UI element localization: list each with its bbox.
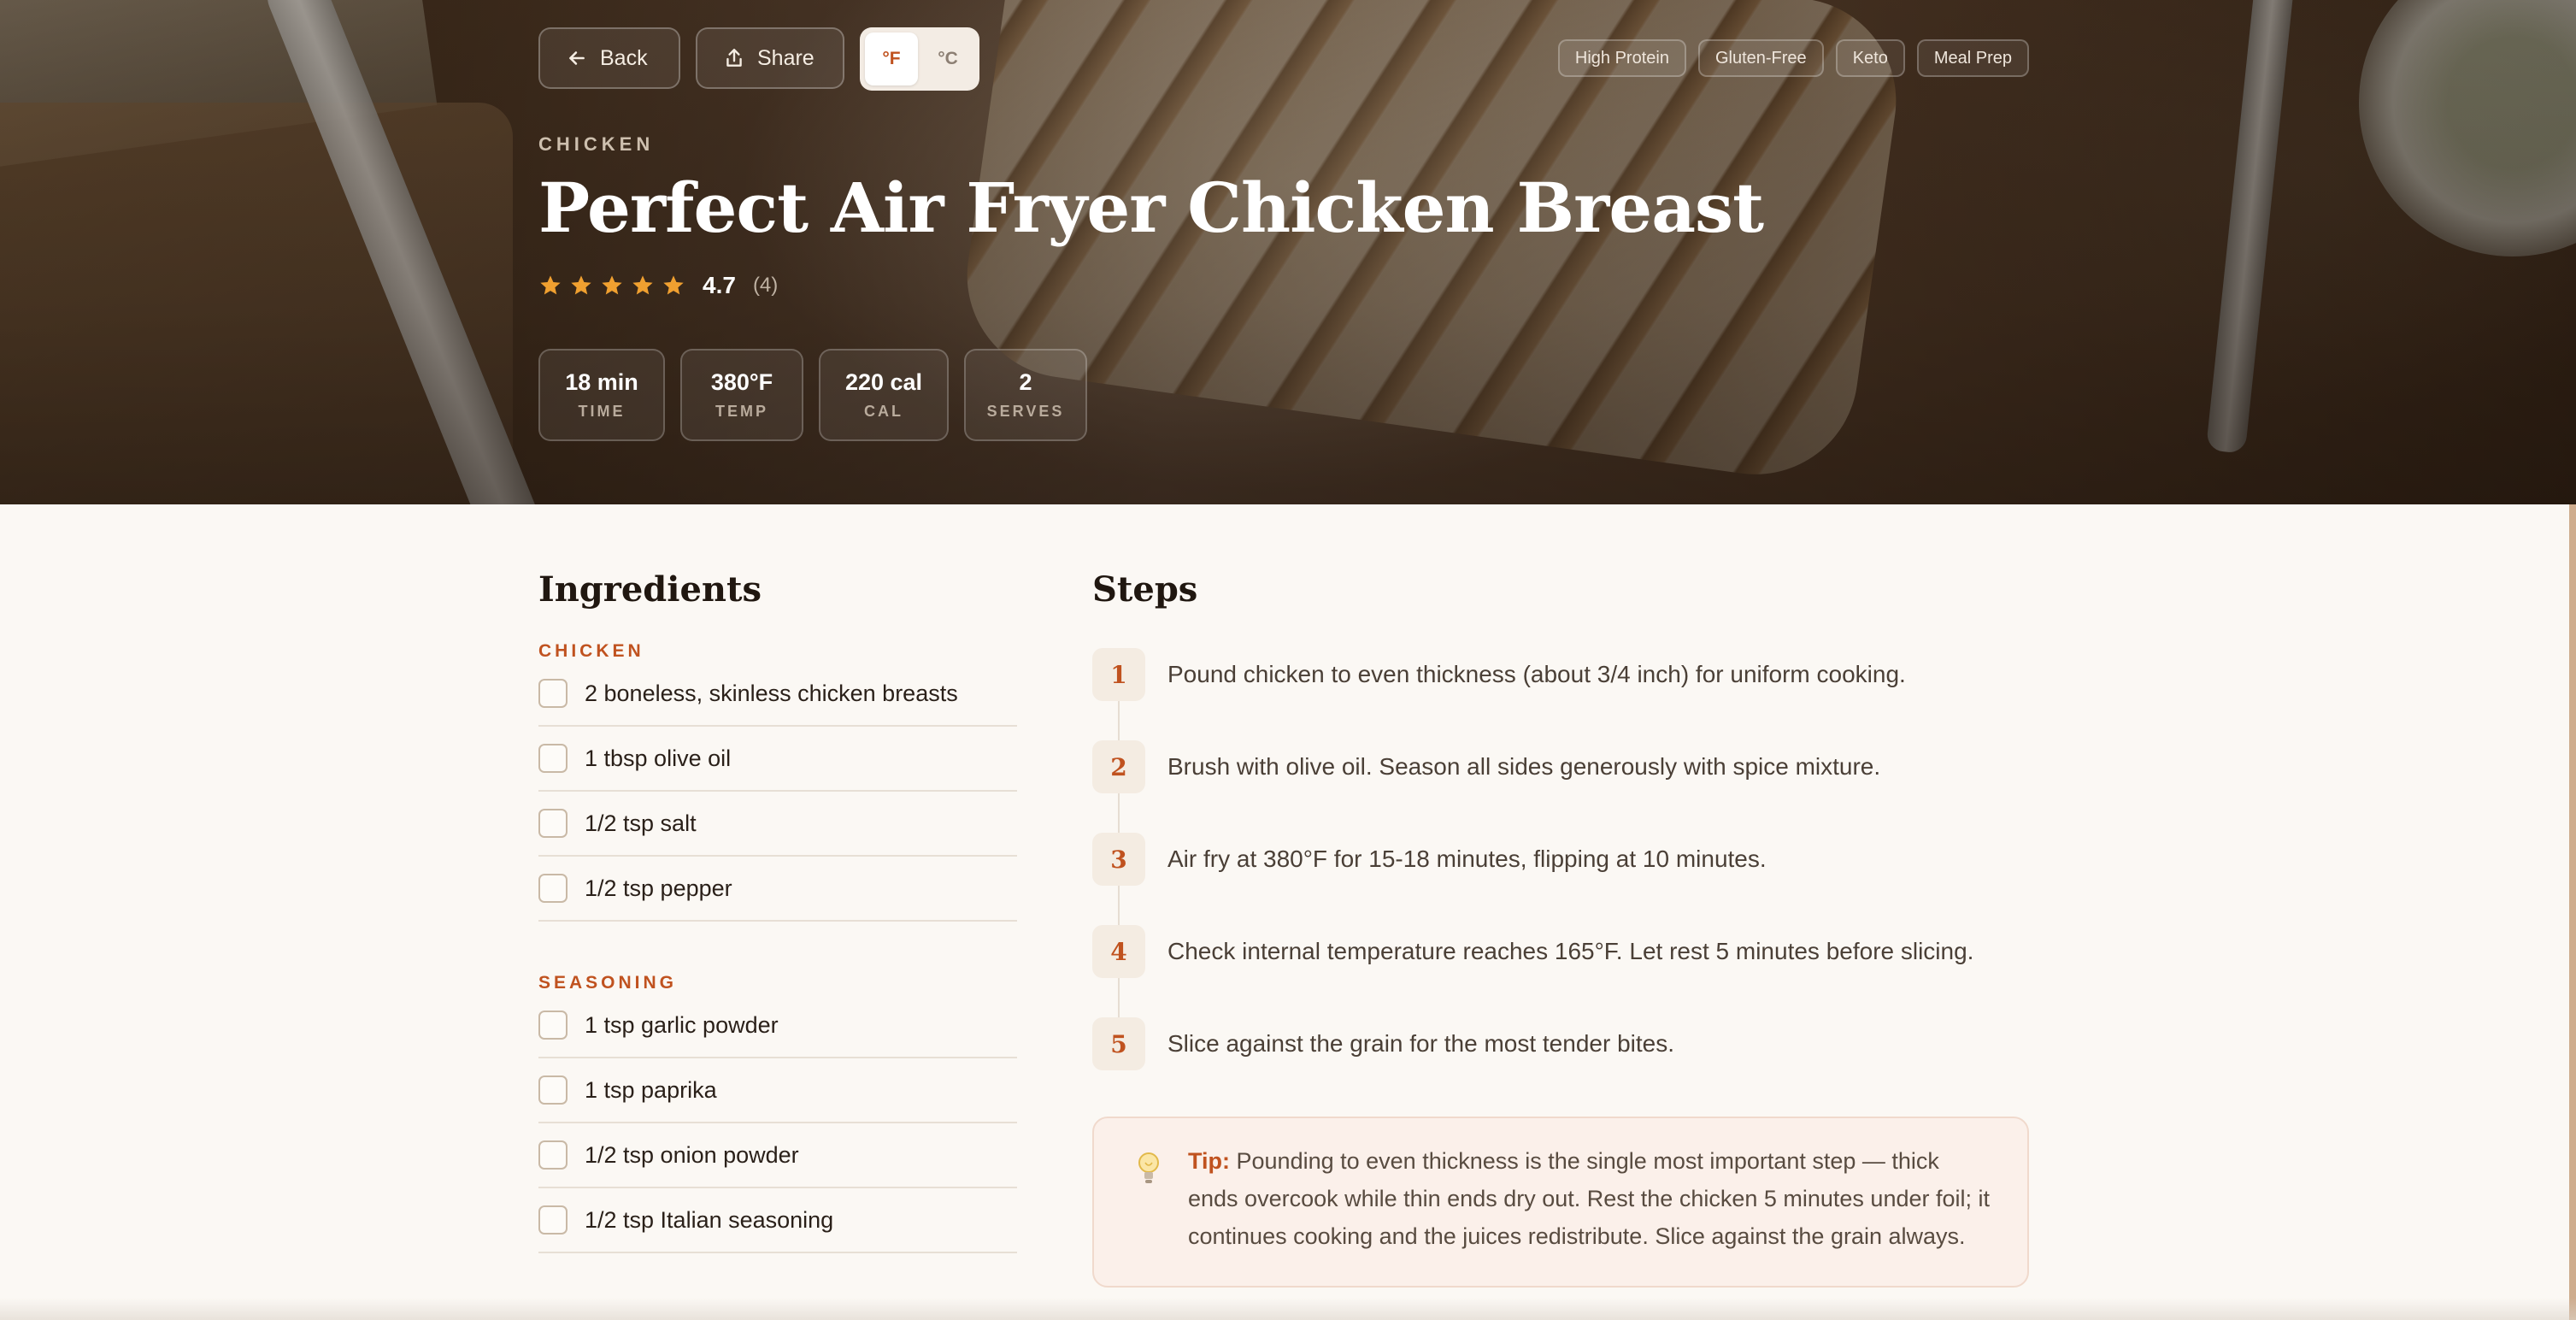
step-item: 1 Pound chicken to even thickness (about… xyxy=(1092,648,2029,744)
stat-value: 2 xyxy=(1019,369,1032,395)
step-number: 2 xyxy=(1092,740,1145,793)
ingredient-checkbox[interactable] xyxy=(538,679,568,708)
step-text: Check internal temperature reaches 165°F… xyxy=(1167,938,1974,964)
stat-label: CAL xyxy=(864,403,903,420)
lightbulb-icon xyxy=(1138,1152,1159,1183)
ingredient-item[interactable]: 1/2 tsp pepper xyxy=(538,857,1017,922)
share-button[interactable]: Share xyxy=(696,27,844,89)
step-item: 4 Check internal temperature reaches 165… xyxy=(1092,925,2029,1021)
ingredient-checkbox[interactable] xyxy=(538,744,568,773)
step-number: 3 xyxy=(1092,833,1145,886)
stat-value: 220 cal xyxy=(844,369,923,395)
ingredient-text: 2 boneless, skinless chicken breasts xyxy=(585,680,958,706)
tag-keto[interactable]: Keto xyxy=(1835,39,1905,77)
tip-callout: Tip: Pounding to even thickness is the s… xyxy=(1092,1117,2029,1288)
ingredient-item[interactable]: 1/2 tsp Italian seasoning xyxy=(538,1188,1017,1253)
stat-serves: 2 SERVES xyxy=(964,349,1087,441)
ingredient-item[interactable]: 1 tsp paprika xyxy=(538,1058,1017,1123)
star-icon xyxy=(540,275,561,295)
recipe-body: Ingredients CHICKEN 2 boneless, skinless… xyxy=(0,504,2576,1320)
ingredient-group-heading: CHICKEN xyxy=(538,641,644,661)
ingredient-text: 1/2 tsp onion powder xyxy=(585,1141,799,1168)
hero-content: Back Share °F °C High Protein Gluten-Fre… xyxy=(538,0,2029,504)
step-item: 3 Air fry at 380°F for 15-18 minutes, fl… xyxy=(1092,833,2029,928)
ingredient-list-chicken: 2 boneless, skinless chicken breasts 1 t… xyxy=(538,662,1017,922)
star-rating xyxy=(538,274,685,298)
step-number: 4 xyxy=(1092,925,1145,978)
step-text: Pound chicken to even thickness (about 3… xyxy=(1167,661,1906,687)
page-edge-strip xyxy=(2569,504,2576,1320)
tip-body: Pounding to even thickness is the single… xyxy=(1188,1148,1990,1249)
rating-value: 4.7 xyxy=(703,272,736,298)
share-label: Share xyxy=(757,45,815,70)
temperature-unit-toggle: °F °C xyxy=(860,27,979,91)
ingredient-item[interactable]: 2 boneless, skinless chicken breasts xyxy=(538,662,1017,727)
star-icon xyxy=(663,275,684,295)
ingredient-text: 1/2 tsp pepper xyxy=(585,875,732,901)
ingredient-item[interactable]: 1/2 tsp salt xyxy=(538,792,1017,857)
ingredient-item[interactable]: 1 tsp garlic powder xyxy=(538,993,1017,1058)
recipe-stats: 18 min TIME 380°F TEMP 220 cal CAL 2 SER… xyxy=(538,349,1087,441)
ingredients-heading: Ingredients xyxy=(538,569,762,610)
tip-label: Tip: xyxy=(1188,1148,1230,1174)
hero-banner: Back Share °F °C High Protein Gluten-Fre… xyxy=(0,0,2576,504)
stat-temp: 380°F TEMP xyxy=(680,349,803,441)
ingredient-item[interactable]: 1/2 tsp onion powder xyxy=(538,1123,1017,1188)
arrow-left-icon xyxy=(569,51,585,65)
steps-heading: Steps xyxy=(1092,569,1198,610)
tag-gluten-free[interactable]: Gluten-Free xyxy=(1697,39,1824,77)
ingredient-checkbox[interactable] xyxy=(538,874,568,903)
step-number: 1 xyxy=(1092,648,1145,701)
stat-label: TIME xyxy=(578,403,626,420)
stat-label: TEMP xyxy=(715,403,768,420)
step-text: Brush with olive oil. Season all sides g… xyxy=(1167,753,1881,780)
stat-label: SERVES xyxy=(986,403,1065,420)
step-text: Slice against the grain for the most ten… xyxy=(1167,1030,1674,1057)
ingredient-item[interactable]: 1 tbsp olive oil xyxy=(538,727,1017,792)
ingredient-text: 1 tsp garlic powder xyxy=(585,1011,779,1038)
step-item: 5 Slice against the grain for the most t… xyxy=(1092,1017,2029,1110)
recipe-category: CHICKEN xyxy=(538,133,655,155)
ingredient-group-heading: SEASONING xyxy=(538,973,678,993)
tag-list: High Protein Gluten-Free Keto Meal Prep xyxy=(1557,39,2029,77)
stat-value: 18 min xyxy=(565,369,638,395)
stat-time: 18 min TIME xyxy=(538,349,665,441)
unit-fahrenheit-button[interactable]: °F xyxy=(865,32,918,85)
page-title: Perfect Air Fryer Chicken Breast xyxy=(538,168,1764,248)
step-number: 5 xyxy=(1092,1017,1145,1070)
step-connector xyxy=(1118,978,1120,1021)
ingredient-checkbox[interactable] xyxy=(538,1205,568,1235)
ingredient-checkbox[interactable] xyxy=(538,1075,568,1105)
ingredient-text: 1/2 tsp salt xyxy=(585,810,697,836)
ingredient-text: 1 tbsp olive oil xyxy=(585,745,732,771)
star-icon xyxy=(632,275,653,295)
star-icon xyxy=(602,275,622,295)
tip-text: Tip: Pounding to even thickness is the s… xyxy=(1188,1142,1993,1255)
ingredient-list-seasoning: 1 tsp garlic powder 1 tsp paprika 1/2 ts… xyxy=(538,993,1017,1253)
tag-high-protein[interactable]: High Protein xyxy=(1557,39,1686,77)
ingredient-checkbox[interactable] xyxy=(538,1140,568,1170)
tag-meal-prep[interactable]: Meal Prep xyxy=(1916,39,2029,77)
rating-count: (4) xyxy=(752,274,779,297)
ingredient-checkbox[interactable] xyxy=(538,809,568,838)
ingredient-text: 1/2 tsp Italian seasoning xyxy=(585,1206,834,1233)
rating-row: 4.7 (4) xyxy=(538,272,778,299)
step-list: 1 Pound chicken to even thickness (about… xyxy=(1092,648,2029,1110)
stat-value: 380°F xyxy=(710,369,773,395)
back-button[interactable]: Back xyxy=(538,27,680,89)
share-icon xyxy=(726,49,742,67)
ingredient-text: 1 tsp paprika xyxy=(585,1076,717,1103)
star-icon xyxy=(571,275,591,295)
ingredient-checkbox[interactable] xyxy=(538,1011,568,1040)
stat-calories: 220 cal CAL xyxy=(819,349,949,441)
step-item: 2 Brush with olive oil. Season all sides… xyxy=(1092,740,2029,836)
unit-celsius-button[interactable]: °C xyxy=(921,32,974,85)
bottom-fade xyxy=(0,1298,2576,1320)
back-label: Back xyxy=(600,45,648,70)
step-text: Air fry at 380°F for 15-18 minutes, flip… xyxy=(1167,846,1767,872)
step-connector xyxy=(1118,701,1120,744)
step-connector xyxy=(1118,793,1120,836)
step-connector xyxy=(1118,886,1120,928)
